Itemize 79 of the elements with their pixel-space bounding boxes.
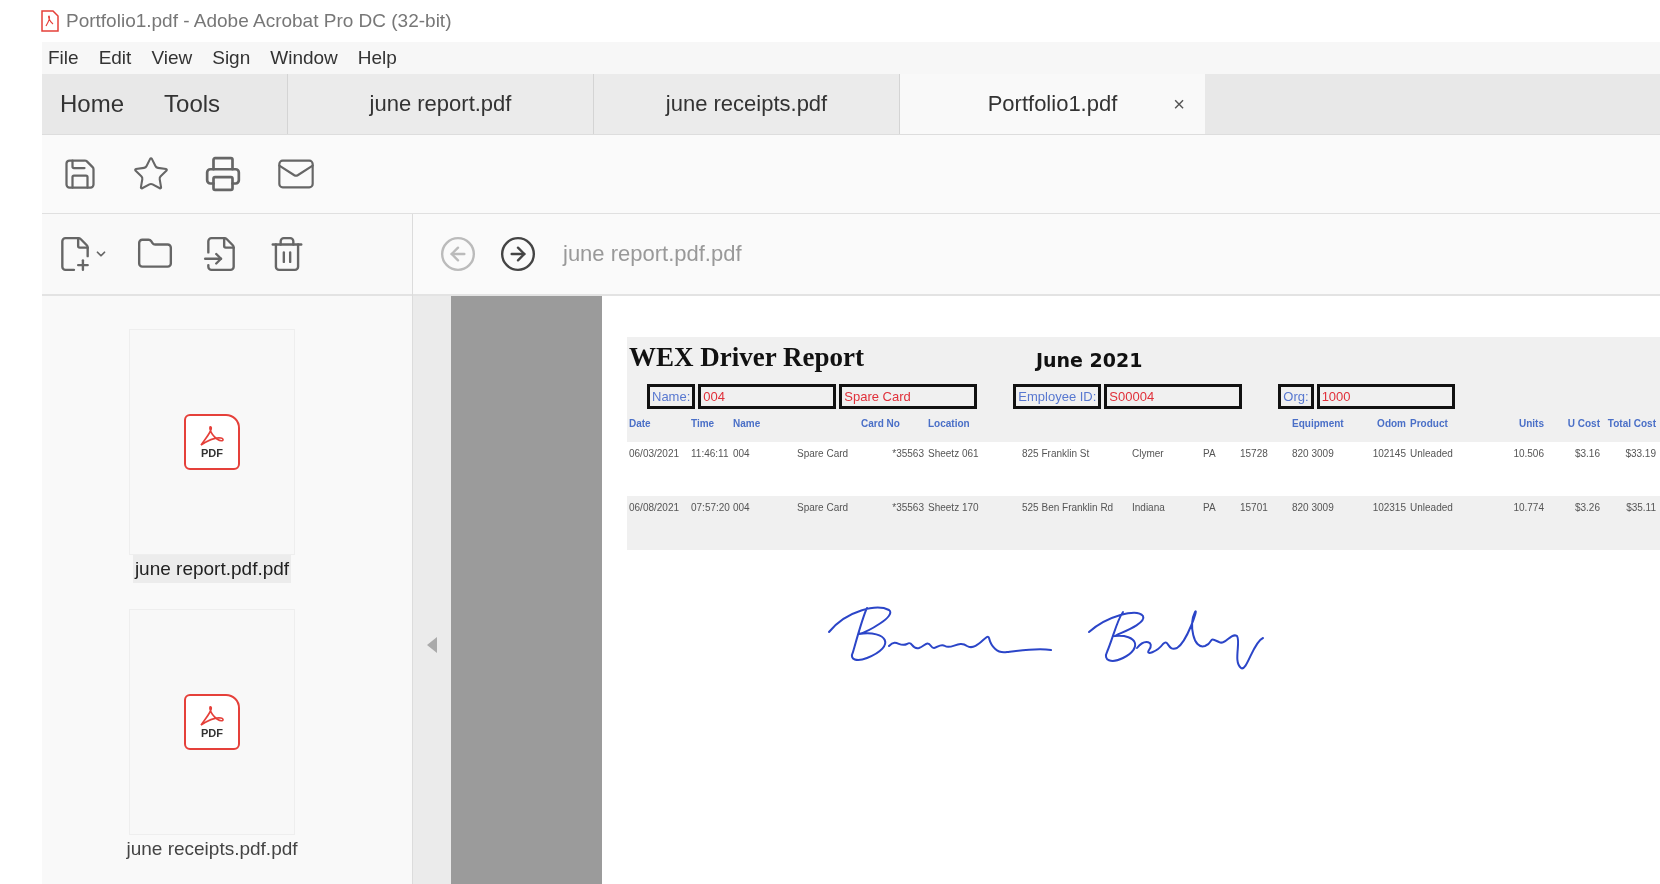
file-name[interactable]: june receipts.pdf.pdf (124, 835, 300, 863)
menu-item[interactable]: Help (357, 47, 397, 69)
menu-item[interactable]: Sign (212, 47, 251, 69)
file-thumbnail[interactable]: PDF (129, 329, 295, 555)
save-icon[interactable] (62, 156, 98, 192)
field-value: Spare Card (839, 384, 978, 409)
field-label: Employee ID: (1013, 384, 1102, 409)
column-header: U Cost (1566, 418, 1601, 431)
nav-tab[interactable]: Tools (164, 90, 221, 118)
table-cell-text: Sheetz 170 (928, 502, 980, 515)
table-cell-text: *35563 (891, 502, 925, 515)
column-header: Product (1410, 418, 1449, 431)
column-header: Odom (1376, 418, 1407, 431)
field-value: 1000 (1316, 384, 1455, 409)
table-cell-text: Spare Card (797, 448, 850, 461)
report-title: WEX Driver Report (629, 342, 865, 373)
table-cell-text: Spare Card (797, 502, 850, 515)
table-cell-text: 10.774 (1512, 502, 1545, 515)
file-name[interactable]: june report.pdf.pdf (132, 555, 292, 583)
table-cell-text: $3.16 (1573, 448, 1601, 461)
table-cell-text: 10.506 (1512, 448, 1545, 461)
field-label: Org: (1278, 384, 1314, 409)
file-type-label: PDF (201, 447, 223, 459)
column-header: Card No (861, 418, 901, 431)
table-cell-text: 525 Ben Franklin Rd (1022, 502, 1115, 515)
acrobat-swirl-icon (197, 425, 227, 447)
tab-label: june report.pdf (369, 91, 512, 117)
nav-tab[interactable]: Home (60, 90, 125, 118)
table-cell-text: 06/08/2021 (629, 502, 681, 515)
table-cell-text: 15728 (1240, 448, 1269, 461)
field-value: 004 (698, 384, 837, 409)
table-cell-text: 004 (733, 502, 751, 515)
table-cell-text: 102145 (1371, 448, 1407, 461)
table-cell-text: Unleaded (1410, 448, 1454, 461)
report-month: June 2021 (1036, 349, 1143, 371)
pdf-file-icon (40, 10, 60, 32)
table-cell-text: 825 Franklin St (1022, 448, 1091, 461)
column-header: Name (733, 418, 762, 431)
close-button[interactable]: × (1173, 92, 1185, 116)
table-cell-text: $3.26 (1573, 502, 1601, 515)
column-header: Time (691, 418, 716, 431)
table-cell-text: 15701 (1240, 502, 1269, 515)
table-cell-text: 820 3009 (1292, 502, 1335, 515)
column-header: Equipment (1292, 418, 1345, 431)
file-type-label: PDF (201, 727, 223, 739)
menu-item[interactable]: View (151, 47, 193, 69)
table-cell-text: PA (1203, 448, 1217, 461)
column-header: Units (1518, 418, 1545, 431)
table-cell-text: Sheetz 061 (928, 448, 980, 461)
print-icon[interactable] (204, 155, 242, 193)
window-title: Portfolio1.pdf - Adobe Acrobat Pro DC (32-bit) (66, 10, 452, 32)
column-header: Location (928, 418, 971, 431)
menu-item[interactable]: File (48, 47, 79, 69)
tab-label: Portfolio1.pdf (987, 91, 1118, 117)
table-cell-text: PA (1203, 502, 1217, 515)
column-header: Date (629, 418, 652, 431)
acrobat-swirl-icon (197, 705, 227, 727)
table-cell-text: Clymer (1132, 448, 1165, 461)
tab-label: june receipts.pdf (665, 91, 828, 117)
column-header: Total Cost (1606, 418, 1657, 431)
menu-item[interactable]: Window (270, 47, 338, 69)
field-label: Name: (647, 384, 696, 409)
file-thumbnail[interactable]: PDF (129, 609, 295, 835)
table-cell-text: 11:46:11 (691, 448, 730, 461)
table-cell-text: 820 3009 (1292, 448, 1335, 461)
table-cell-text: $33.19 (1624, 448, 1657, 461)
table-cell-text: 07:57:20 (691, 502, 731, 515)
table-cell-text: Unleaded (1410, 502, 1454, 515)
table-cell-text: $35.11 (1625, 502, 1657, 515)
forward-button[interactable] (499, 235, 537, 273)
table-cell-text: 06/03/2021 (629, 448, 681, 461)
field-value: S00004 (1104, 384, 1243, 409)
menu-item[interactable]: Edit (98, 47, 132, 69)
table-cell-text: Indiana (1132, 502, 1166, 515)
document-tab[interactable]: Portfolio1.pdf × (899, 74, 1205, 134)
current-file-name: june report.pdf.pdf (563, 241, 742, 267)
table-cell-text: 102315 (1371, 502, 1407, 515)
table-cell-text: *35563 (891, 448, 925, 461)
table-cell-text: 004 (733, 448, 751, 461)
